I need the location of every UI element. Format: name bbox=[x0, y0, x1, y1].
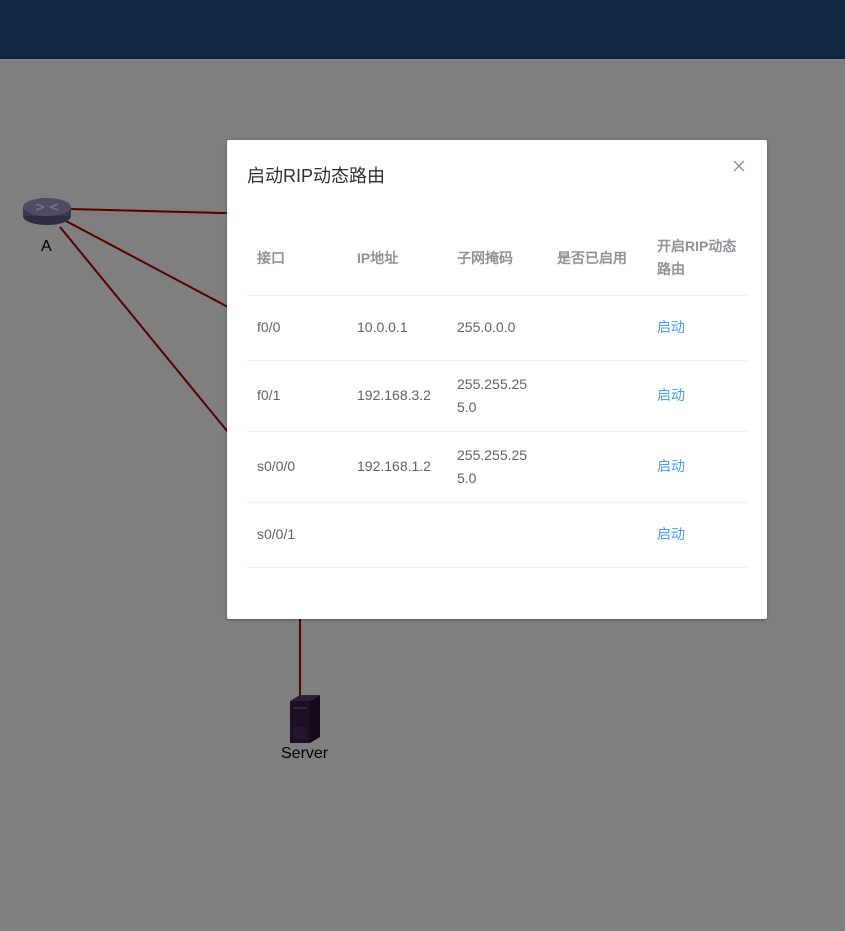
cell-enabled bbox=[547, 431, 647, 503]
cell-enabled bbox=[547, 502, 647, 568]
cell-ip: 192.168.3.2 bbox=[347, 360, 447, 432]
cell-mask: 255.255.255.0 bbox=[447, 360, 547, 432]
cell-interface: f0/1 bbox=[247, 360, 347, 432]
column-header-mask: 子网掩码 bbox=[447, 222, 547, 296]
cell-ip: 192.168.1.2 bbox=[347, 431, 447, 503]
cell-mask bbox=[447, 502, 547, 568]
cell-ip: 10.0.0.1 bbox=[347, 295, 447, 361]
close-icon bbox=[733, 160, 745, 172]
column-header-ip: IP地址 bbox=[347, 222, 447, 296]
cell-enabled bbox=[547, 295, 647, 361]
interface-table: 接口 IP地址 子网掩码 是否已启用 开启RIP动态路由 f0/0 10.0.0… bbox=[247, 222, 747, 568]
cell-action: 启动 bbox=[647, 295, 747, 361]
enable-rip-button[interactable]: 启动 bbox=[657, 526, 685, 542]
table-row: f0/0 10.0.0.1 255.0.0.0 启动 bbox=[247, 295, 747, 361]
close-button[interactable] bbox=[731, 158, 747, 174]
enable-rip-button[interactable]: 启动 bbox=[657, 387, 685, 403]
cell-interface: f0/0 bbox=[247, 295, 347, 361]
cell-ip bbox=[347, 502, 447, 568]
table-row: s0/0/0 192.168.1.2 255.255.255.0 启动 bbox=[247, 431, 747, 503]
enable-rip-button[interactable]: 启动 bbox=[657, 319, 685, 335]
column-header-interface: 接口 bbox=[247, 222, 347, 296]
cell-action: 启动 bbox=[647, 431, 747, 503]
cell-action: 启动 bbox=[647, 502, 747, 568]
enable-rip-button[interactable]: 启动 bbox=[657, 458, 685, 474]
cell-interface: s0/0/0 bbox=[247, 431, 347, 503]
rip-dialog: 启动RIP动态路由 接口 IP地址 子网掩码 是否已启用 开启RIP动态路由 f… bbox=[227, 140, 767, 619]
cell-enabled bbox=[547, 360, 647, 432]
table-row: s0/0/1 启动 bbox=[247, 502, 747, 568]
column-header-enabled: 是否已启用 bbox=[547, 222, 647, 296]
column-header-action: 开启RIP动态路由 bbox=[647, 222, 747, 296]
table-header-row: 接口 IP地址 子网掩码 是否已启用 开启RIP动态路由 bbox=[247, 222, 747, 296]
cell-interface: s0/0/1 bbox=[247, 502, 347, 568]
dialog-title: 启动RIP动态路由 bbox=[247, 166, 386, 186]
cell-mask: 255.0.0.0 bbox=[447, 295, 547, 361]
cell-action: 启动 bbox=[647, 360, 747, 432]
table-row: f0/1 192.168.3.2 255.255.255.0 启动 bbox=[247, 360, 747, 432]
cell-mask: 255.255.255.0 bbox=[447, 431, 547, 503]
